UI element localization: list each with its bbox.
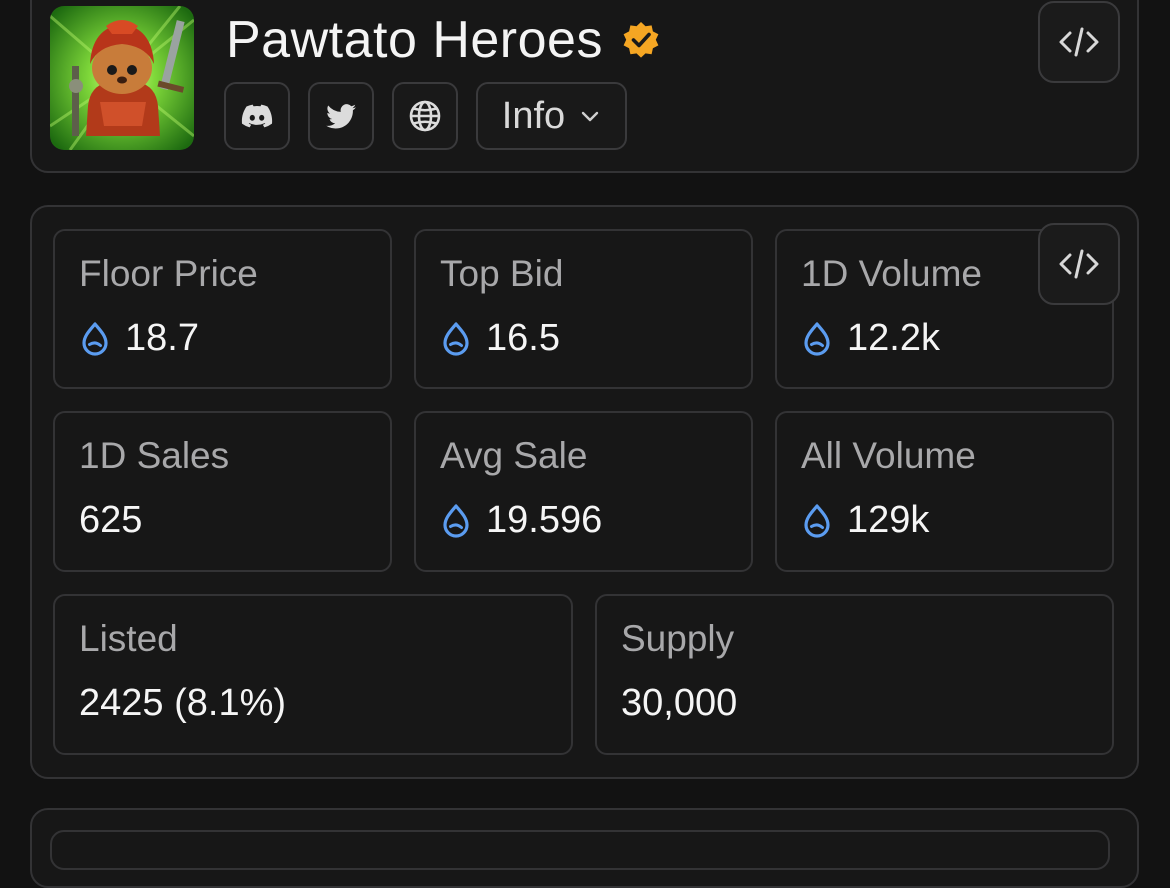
stat-top-bid: Top Bid 16.5 <box>414 229 753 389</box>
stat-avg-sale: Avg Sale 19.596 <box>414 411 753 572</box>
stat-label: 1D Sales <box>79 435 230 476</box>
sui-drop-icon <box>804 503 830 538</box>
stat-value: 16.5 <box>486 317 560 359</box>
stat-value: 129k <box>847 499 930 541</box>
embed-header-button[interactable] <box>1038 1 1120 83</box>
discord-icon <box>241 104 273 128</box>
stat-label: Top Bid <box>440 253 564 294</box>
twitter-icon <box>326 104 356 129</box>
stat-label: All Volume <box>801 435 976 476</box>
code-icon <box>1059 27 1099 57</box>
stat-value-row: 18.7 <box>79 317 199 360</box>
info-dropdown[interactable]: Info <box>476 82 627 150</box>
title-row: Pawtato Heroes <box>226 10 661 70</box>
stat-label: Avg Sale <box>440 435 588 476</box>
collection-avatar[interactable] <box>50 6 194 150</box>
stat-1d-sales: 1D Sales 625 <box>53 411 392 572</box>
stat-listed: Listed 2425 (8.1%) <box>53 594 573 755</box>
stat-value: 30,000 <box>621 682 738 724</box>
stat-label: 1D Volume <box>801 253 982 294</box>
stat-floor-price: Floor Price 18.7 <box>53 229 392 389</box>
sui-drop-icon <box>443 321 469 356</box>
sui-drop-icon <box>804 321 830 356</box>
twitter-button[interactable] <box>308 82 374 150</box>
stat-value-row: 19.596 <box>440 499 602 542</box>
stat-label: Listed <box>79 618 178 659</box>
stat-value-row: 129k <box>801 499 929 542</box>
stat-value: 19.596 <box>486 499 603 541</box>
globe-icon <box>409 100 441 132</box>
stat-label: Floor Price <box>79 253 258 294</box>
stat-value-row: 625 <box>79 499 142 542</box>
next-section-inner-panel <box>50 830 1110 870</box>
stat-supply: Supply 30,000 <box>595 594 1114 755</box>
chevron-down-icon <box>581 111 599 122</box>
website-button[interactable] <box>392 82 458 150</box>
stat-value: 12.2k <box>847 317 940 359</box>
stat-label: Supply <box>621 618 735 659</box>
stat-value-row: 16.5 <box>440 317 560 360</box>
discord-button[interactable] <box>224 82 290 150</box>
info-label: Info <box>501 94 566 137</box>
sui-drop-icon <box>443 503 469 538</box>
embed-stats-button[interactable] <box>1038 223 1120 305</box>
stat-value-row: 30,000 <box>621 682 737 725</box>
verified-badge-icon <box>623 22 659 58</box>
sui-drop-icon <box>82 321 108 356</box>
code-icon <box>1059 249 1099 279</box>
stat-value-row: 12.2k <box>801 317 940 360</box>
stat-value: 18.7 <box>125 317 199 359</box>
stat-all-volume: All Volume 129k <box>775 411 1114 572</box>
stat-value: 2425 (8.1%) <box>79 682 287 724</box>
collection-title: Pawtato Heroes <box>226 11 603 69</box>
stat-value: 625 <box>79 499 143 541</box>
stat-value-row: 2425 (8.1%) <box>79 682 286 725</box>
